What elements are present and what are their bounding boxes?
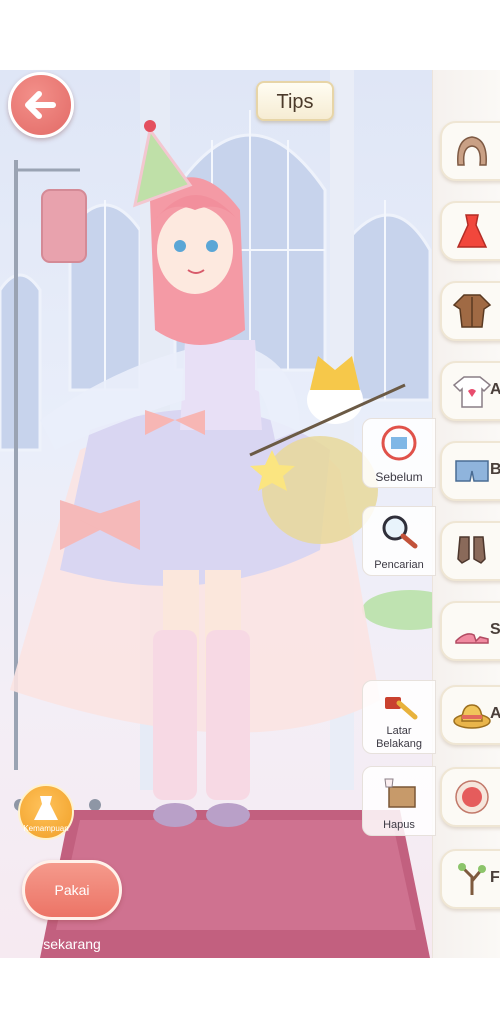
category-tab-top[interactable]: A — [440, 361, 500, 421]
category-tab-socks[interactable] — [440, 521, 500, 581]
background-button[interactable]: Latar Belakang — [362, 680, 436, 754]
makeup-icon — [455, 780, 489, 814]
ability-button[interactable]: Kemampuan — [18, 784, 74, 840]
category-tab-shoes[interactable]: S — [440, 601, 500, 661]
socks-icon — [457, 536, 486, 564]
paintbrush-icon — [385, 697, 418, 720]
shorts-icon — [455, 460, 489, 482]
category-tab-accessory[interactable]: F — [440, 849, 500, 909]
dress-icon — [456, 214, 488, 248]
search-button[interactable]: Pencarian — [362, 506, 436, 576]
shoes-icon — [455, 633, 489, 644]
category-tab-coat[interactable] — [440, 281, 500, 341]
tips-button[interactable]: Tips — [256, 81, 334, 121]
dress-ability-icon — [34, 796, 58, 820]
hair-icon — [457, 136, 487, 166]
coat-icon — [452, 294, 492, 328]
shirt-undo-icon — [381, 425, 417, 461]
hat-icon — [453, 704, 491, 729]
category-tab-hair[interactable] — [440, 121, 500, 181]
branch-icon — [458, 863, 486, 895]
category-tab-makeup[interactable] — [440, 767, 500, 827]
box-remove-icon — [384, 778, 416, 808]
wear-now-button[interactable]: Pakai sekarang — [22, 860, 122, 952]
back-button[interactable] — [8, 72, 74, 138]
magnifier-icon — [382, 515, 418, 549]
category-tab-bottom[interactable]: Bo — [440, 441, 500, 501]
category-tab-hat[interactable]: A — [440, 685, 500, 745]
previous-outfit-button[interactable]: Sebelum — [362, 418, 436, 488]
arrow-left-icon — [25, 91, 56, 119]
remove-outfit-button[interactable]: Hapus — [362, 766, 436, 836]
tshirt-icon — [452, 376, 492, 408]
category-tab-dress[interactable] — [440, 201, 500, 261]
